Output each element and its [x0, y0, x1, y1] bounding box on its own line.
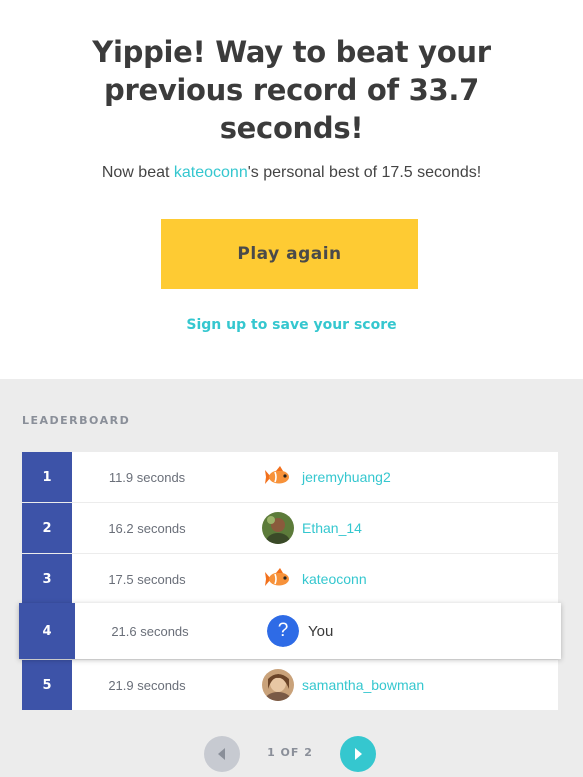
challenge-prefix: Now beat: [101, 164, 174, 181]
row-time: 11.9 seconds: [108, 469, 186, 485]
previous-page-button[interactable]: [204, 736, 240, 772]
rank-badge: 3: [22, 554, 72, 604]
row-time: 17.5 seconds: [108, 571, 186, 587]
row-username[interactable]: kateoconn: [302, 554, 367, 604]
page-indicator: 1 OF 2: [267, 746, 313, 759]
photo-avatar: [262, 669, 294, 701]
rank-badge: 5: [22, 660, 72, 710]
leaderboard-row: 3 17.5 seconds kateoconn: [22, 554, 558, 604]
play-again-button[interactable]: Play again: [161, 219, 418, 289]
result-panel: Yippie! Way to beat your previous record…: [0, 0, 583, 379]
leaderboard-row: 5 21.9 seconds samantha_bowman: [22, 660, 558, 710]
result-headline: Yippie! Way to beat your previous record…: [92, 35, 491, 145]
rank-badge: 1: [22, 452, 72, 502]
pagination: 1 OF 2: [0, 736, 583, 772]
challenge-user-link[interactable]: kateoconn: [174, 164, 248, 181]
row-username[interactable]: samantha_bowman: [302, 660, 424, 710]
leaderboard-row: 2 16.2 seconds Ethan_14: [22, 503, 558, 553]
row-time: 16.2 seconds: [108, 520, 186, 536]
goldfish-icon: [262, 461, 294, 493]
row-username[interactable]: jeremyhuang2: [302, 452, 391, 502]
signup-link[interactable]: Sign up to save your score: [0, 317, 583, 333]
goldfish-icon: [262, 563, 294, 595]
challenge-suffix: 's personal best of 17.5 seconds!: [247, 164, 482, 181]
row-username-you: You: [308, 622, 334, 640]
photo-avatar: [262, 512, 294, 544]
row-time: 21.9 seconds: [108, 677, 186, 693]
leaderboard-panel: LEADERBOARD 1 11.9 seconds jeremyhuang2 …: [0, 379, 583, 777]
row-time: 21.6 seconds: [111, 623, 189, 639]
next-page-button[interactable]: [340, 736, 376, 772]
leaderboard-title: LEADERBOARD: [22, 414, 131, 427]
question-icon: ?: [267, 615, 299, 647]
leaderboard-row: 1 11.9 seconds jeremyhuang2: [22, 452, 558, 502]
challenge-text: Now beat kateoconn's personal best of 17…: [0, 164, 583, 182]
arrow-left-icon: [218, 748, 225, 760]
rank-badge: 4: [19, 603, 75, 659]
leaderboard-row-you: 4 21.6 seconds ? You: [19, 603, 561, 659]
rank-badge: 2: [22, 503, 72, 553]
row-username[interactable]: Ethan_14: [302, 503, 362, 553]
arrow-right-icon: [355, 748, 362, 760]
